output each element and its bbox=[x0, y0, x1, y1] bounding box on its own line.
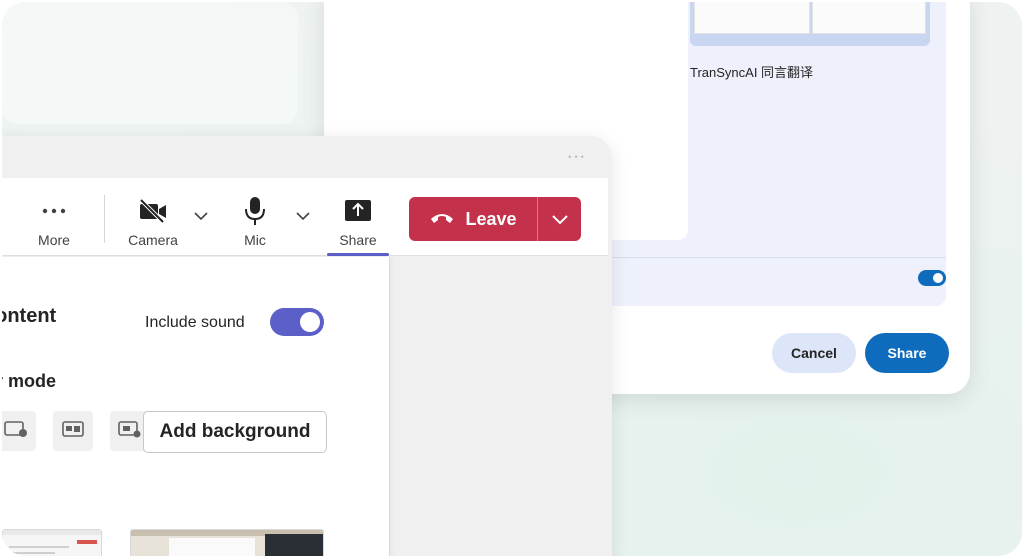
presenter-layout-option[interactable] bbox=[2, 411, 36, 451]
camera-label: Camera bbox=[128, 232, 178, 248]
preview-document bbox=[169, 538, 255, 556]
meeting-window: ··· More Camera Mic Share Leave ntent In… bbox=[2, 136, 612, 556]
layout-reporter-icon bbox=[118, 419, 142, 444]
preview-accent bbox=[77, 540, 97, 544]
preview-line bbox=[9, 552, 55, 554]
thumbnail-cell bbox=[694, 2, 810, 34]
presenter-mode-title: ter mode bbox=[2, 371, 57, 391]
window-thumbnail[interactable] bbox=[690, 2, 930, 46]
presenter-layout-option[interactable] bbox=[53, 411, 93, 451]
leave-main-button[interactable]: Leave bbox=[409, 197, 537, 241]
phone-hangup-icon bbox=[429, 209, 455, 230]
thumbnail-caption: TranSyncAI 同言翻译 bbox=[690, 65, 814, 80]
share-content-panel: content Include sound ter mode Add backg… bbox=[2, 257, 390, 556]
include-sound-toggle[interactable] bbox=[270, 308, 324, 336]
more-label: More bbox=[38, 232, 70, 248]
camera-button[interactable]: Camera bbox=[122, 178, 184, 256]
meeting-toolbar: More Camera Mic Share Leave bbox=[2, 178, 608, 256]
thumbnail-cell bbox=[812, 2, 926, 34]
toolbar-separator bbox=[104, 195, 105, 243]
share-active-indicator bbox=[327, 253, 389, 256]
share-button[interactable]: Share bbox=[865, 333, 949, 373]
screen-preview-thumbnail[interactable] bbox=[130, 529, 324, 556]
mic-label: Mic bbox=[244, 232, 266, 248]
camera-off-icon bbox=[138, 194, 168, 228]
camera-options-chevron-down-icon[interactable] bbox=[193, 208, 209, 224]
preview-line bbox=[9, 546, 69, 548]
preview-titlebar bbox=[3, 530, 101, 535]
share-tray-button[interactable]: Share bbox=[334, 178, 382, 256]
share-tray-label: Share bbox=[339, 232, 377, 248]
add-background-button[interactable]: Add background bbox=[143, 411, 327, 453]
layout-side-by-side-icon bbox=[61, 419, 85, 444]
dialog-toggle[interactable] bbox=[918, 270, 946, 286]
include-sound-label: Include sound bbox=[145, 314, 245, 331]
cancel-button[interactable]: Cancel bbox=[772, 333, 856, 373]
mic-button[interactable]: Mic bbox=[239, 178, 271, 256]
more-icon bbox=[42, 194, 66, 228]
window-menu-icon[interactable]: ··· bbox=[567, 148, 586, 166]
share-panel-title: content bbox=[2, 305, 57, 327]
mic-options-chevron-down-icon[interactable] bbox=[295, 208, 311, 224]
share-tray-icon bbox=[344, 194, 372, 228]
leave-label: Leave bbox=[465, 208, 517, 229]
background-glass bbox=[2, 2, 298, 124]
mic-icon bbox=[243, 194, 267, 228]
screenshot-frame: TranSyncAI 同言翻译 Cancel Share ··· More Ca… bbox=[2, 2, 1022, 556]
leave-button[interactable]: Leave bbox=[409, 197, 581, 241]
more-button[interactable]: More bbox=[32, 178, 76, 256]
layout-standout-icon bbox=[4, 419, 28, 444]
leave-options-chevron-down-icon[interactable] bbox=[538, 197, 581, 241]
screen-preview-thumbnail[interactable] bbox=[2, 529, 102, 556]
preview-dark-pane bbox=[265, 534, 323, 556]
